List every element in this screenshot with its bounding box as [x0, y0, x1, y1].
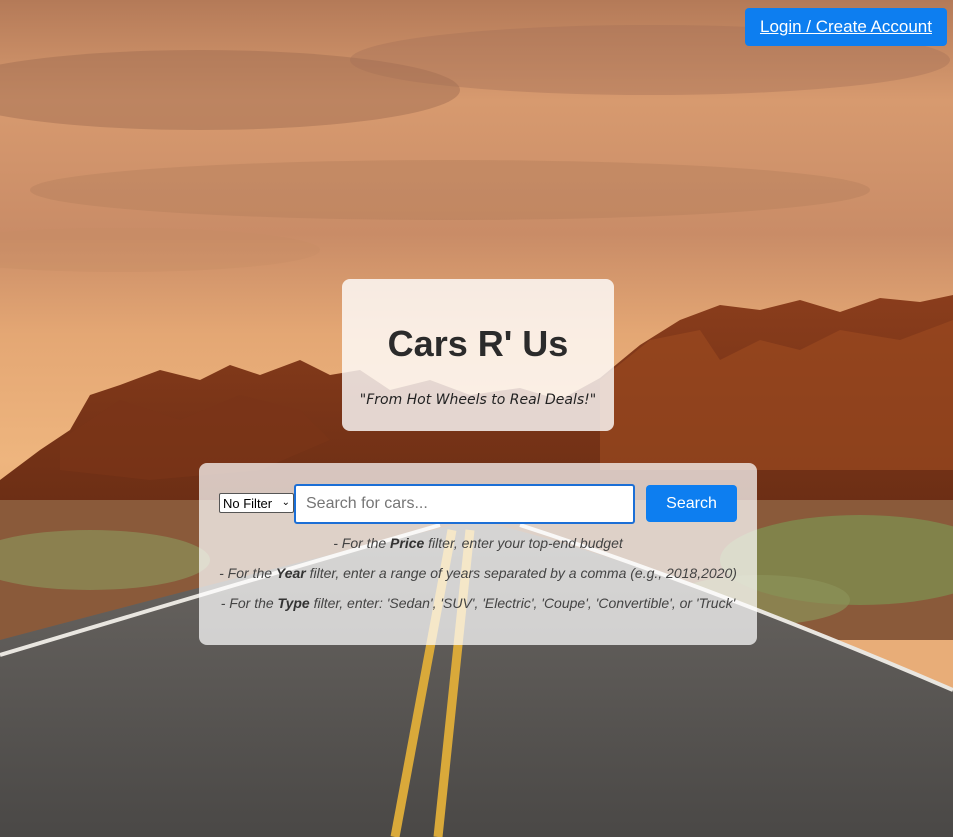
search-input[interactable]: [294, 484, 635, 524]
hint-keyword: Price: [390, 535, 425, 551]
filter-select[interactable]: No Filter ⌄: [219, 493, 294, 513]
hint-price: - For the Price filter, enter your top-e…: [199, 535, 757, 551]
hint-suffix: filter, enter: 'Sedan', 'SUV', 'Electric…: [309, 595, 736, 611]
hero-card: Cars R' Us "From Hot Wheels to Real Deal…: [342, 279, 614, 431]
hint-prefix: - For the: [333, 535, 391, 551]
hint-prefix: - For the: [219, 565, 276, 581]
hint-suffix: filter, enter your top-end budget: [424, 535, 623, 551]
chevron-down-icon: ⌄: [281, 497, 290, 508]
site-title: Cars R' Us: [387, 323, 569, 364]
hint-prefix: - For the: [220, 595, 278, 611]
search-button[interactable]: Search: [646, 485, 737, 522]
hint-type: - For the Type filter, enter: 'Sedan', '…: [199, 595, 757, 611]
search-panel: No Filter ⌄ Search - For the Price filte…: [199, 463, 757, 645]
hint-keyword: Type: [277, 595, 310, 611]
login-create-account-button[interactable]: Login / Create Account: [745, 8, 947, 46]
filter-select-value: No Filter: [223, 495, 273, 511]
hint-suffix: filter, enter a range of years separated…: [305, 565, 737, 581]
site-tagline: "From Hot Wheels to Real Deals!": [359, 392, 597, 408]
hint-year: - For the Year filter, enter a range of …: [199, 565, 757, 581]
hint-keyword: Year: [275, 565, 306, 581]
